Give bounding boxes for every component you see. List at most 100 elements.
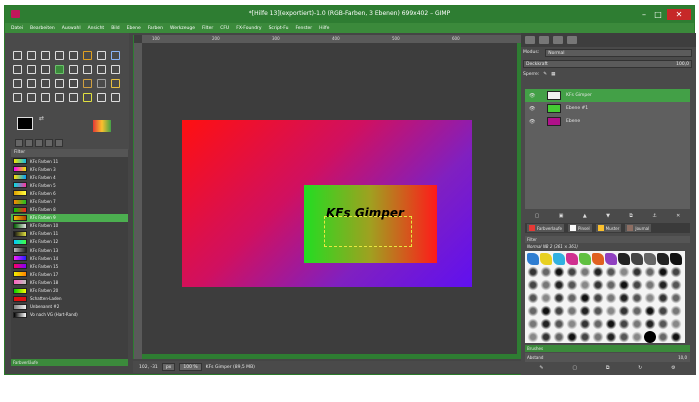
- brush-thumbnail[interactable]: [644, 305, 656, 317]
- brush-thumbnail[interactable]: [592, 266, 604, 278]
- layer-ebene-1[interactable]: KFs Gimper: [304, 185, 437, 263]
- brush-thumbnail[interactable]: [579, 266, 591, 278]
- brush-thumbnail[interactable]: [618, 253, 630, 265]
- brush-thumbnail[interactable]: [631, 292, 643, 304]
- menu-werkzeuge[interactable]: Werkzeuge: [170, 26, 195, 31]
- zoom-icon[interactable]: [27, 65, 36, 74]
- crop-icon[interactable]: [83, 65, 92, 74]
- brush-thumbnail[interactable]: [592, 253, 604, 265]
- brush-thumbnail[interactable]: [566, 318, 578, 330]
- new-group-icon[interactable]: ▣: [559, 213, 564, 222]
- blend-icon[interactable]: [97, 79, 106, 88]
- unit-select[interactable]: px: [161, 363, 176, 371]
- brush-thumbnail[interactable]: [527, 318, 539, 330]
- color-picker-icon[interactable]: [13, 65, 22, 74]
- swap-colors-icon[interactable]: ⇄: [39, 115, 44, 122]
- brush-thumbnail[interactable]: [579, 253, 591, 265]
- fuzzy-select-icon[interactable]: [55, 51, 64, 60]
- brush-thumbnail[interactable]: [644, 292, 656, 304]
- minimize-button[interactable]: –: [638, 9, 650, 20]
- brush-thumbnail[interactable]: [566, 253, 578, 265]
- color-select-icon[interactable]: [69, 51, 78, 60]
- brush-thumbnail[interactable]: [605, 266, 617, 278]
- close-button[interactable]: ✕: [667, 9, 691, 20]
- align-icon[interactable]: [69, 65, 78, 74]
- ellipse-select-icon[interactable]: [27, 51, 36, 60]
- brush-thumbnail[interactable]: [605, 331, 617, 343]
- paths-icon[interactable]: [111, 51, 120, 60]
- pencil-icon[interactable]: [111, 79, 120, 88]
- brush-thumbnail[interactable]: [592, 292, 604, 304]
- brush-thumbnail[interactable]: [592, 331, 604, 343]
- duplicate-layer-icon[interactable]: ⧉: [629, 213, 633, 222]
- layer-row[interactable]: 👁 KFs Gimper: [525, 89, 690, 102]
- brush-thumbnail[interactable]: [631, 253, 643, 265]
- brush-thumbnail[interactable]: [527, 305, 539, 317]
- brush-thumbnail[interactable]: [592, 318, 604, 330]
- brush-thumbnail[interactable]: [579, 305, 591, 317]
- gradient-list-item[interactable]: KFs Farben 10: [11, 222, 128, 230]
- brush-thumbnail[interactable]: [540, 253, 552, 265]
- brushes-tab-2[interactable]: Muster: [595, 224, 622, 232]
- menu-fenster[interactable]: Fenster: [295, 26, 312, 31]
- gradient-list-item[interactable]: KFs Farben 6: [11, 189, 128, 197]
- flip-icon[interactable]: [41, 79, 50, 88]
- brush-thumbnail[interactable]: [631, 266, 643, 278]
- brush-thumbnail[interactable]: [540, 318, 552, 330]
- brush-thumbnail[interactable]: [631, 279, 643, 291]
- channels-tab-icon[interactable]: [539, 36, 549, 44]
- delete-layer-icon[interactable]: ✕: [676, 213, 680, 222]
- layers-tab-icon[interactable]: [525, 36, 535, 44]
- mode-select[interactable]: Normal: [545, 48, 692, 57]
- brush-thumbnail[interactable]: [657, 305, 669, 317]
- gradient-list-item[interactable]: KFs Farben 5: [11, 181, 128, 189]
- image-canvas[interactable]: KFs Gimper: [182, 120, 472, 287]
- menu-bearbeiten[interactable]: Bearbeiten: [30, 26, 55, 31]
- layer-row[interactable]: 👁 Ebene #1: [525, 102, 690, 115]
- brush-thumbnail[interactable]: [657, 318, 669, 330]
- lasso-icon[interactable]: [41, 51, 50, 60]
- undo-tab-icon[interactable]: [567, 36, 577, 44]
- brush-thumbnail[interactable]: [618, 331, 630, 343]
- brush-thumbnail[interactable]: [592, 305, 604, 317]
- brushes-filter[interactable]: Filter: [525, 236, 690, 243]
- brush-thumbnail[interactable]: [670, 305, 682, 317]
- horizontal-scrollbar[interactable]: [142, 354, 521, 359]
- gradient-list-item[interactable]: KFs Farben 9: [11, 213, 128, 222]
- undo-history-tab-icon[interactable]: [35, 139, 43, 147]
- edit-brush-icon[interactable]: ✎: [539, 365, 543, 374]
- images-tab-icon[interactable]: [45, 139, 53, 147]
- foreground-select-icon[interactable]: [97, 51, 106, 60]
- gradient-list-item[interactable]: KFs Farben 11: [11, 230, 128, 238]
- cage-icon[interactable]: [55, 79, 64, 88]
- brush-thumbnail[interactable]: [540, 331, 552, 343]
- menu-ansicht[interactable]: Ansicht: [88, 26, 105, 31]
- menu-fx-foundry[interactable]: FX-Foundry: [236, 26, 261, 31]
- gradient-list-item[interactable]: KFs Farben 7: [11, 197, 128, 205]
- brush-thumbnail[interactable]: [527, 253, 539, 265]
- duplicate-brush-icon[interactable]: ⧉: [606, 365, 610, 374]
- brush-thumbnail[interactable]: [527, 279, 539, 291]
- brush-thumbnail[interactable]: [644, 318, 656, 330]
- brush-thumbnail[interactable]: [566, 331, 578, 343]
- brush-thumbnail[interactable]: [553, 279, 565, 291]
- menu-datei[interactable]: Datei: [11, 26, 23, 31]
- brush-thumbnail[interactable]: [527, 292, 539, 304]
- gradient-list-item[interactable]: KFs Farben 18: [11, 278, 128, 286]
- brush-thumbnail[interactable]: [644, 266, 656, 278]
- gradient-list-item[interactable]: Unbenannt #2: [11, 303, 128, 311]
- brush-thumbnail[interactable]: [540, 305, 552, 317]
- brushes-tab-0[interactable]: Farbverlaufe: [527, 224, 565, 232]
- gradient-list-item[interactable]: KFs Farben 17: [11, 270, 128, 278]
- brush-thumbnail[interactable]: [553, 266, 565, 278]
- brush-thumbnail[interactable]: [579, 292, 591, 304]
- opacity-slider[interactable]: Deckkraft 100,0: [523, 59, 692, 68]
- device-status-tab-icon[interactable]: [25, 139, 33, 147]
- open-brush-as-image-icon[interactable]: ⚙: [671, 365, 675, 374]
- new-layer-icon[interactable]: ▢: [535, 213, 540, 222]
- brush-thumbnail[interactable]: [670, 279, 682, 291]
- brush-thumbnail[interactable]: [631, 305, 643, 317]
- shear-icon[interactable]: [13, 79, 22, 88]
- brush-thumbnail[interactable]: [605, 305, 617, 317]
- brush-thumbnail[interactable]: [566, 292, 578, 304]
